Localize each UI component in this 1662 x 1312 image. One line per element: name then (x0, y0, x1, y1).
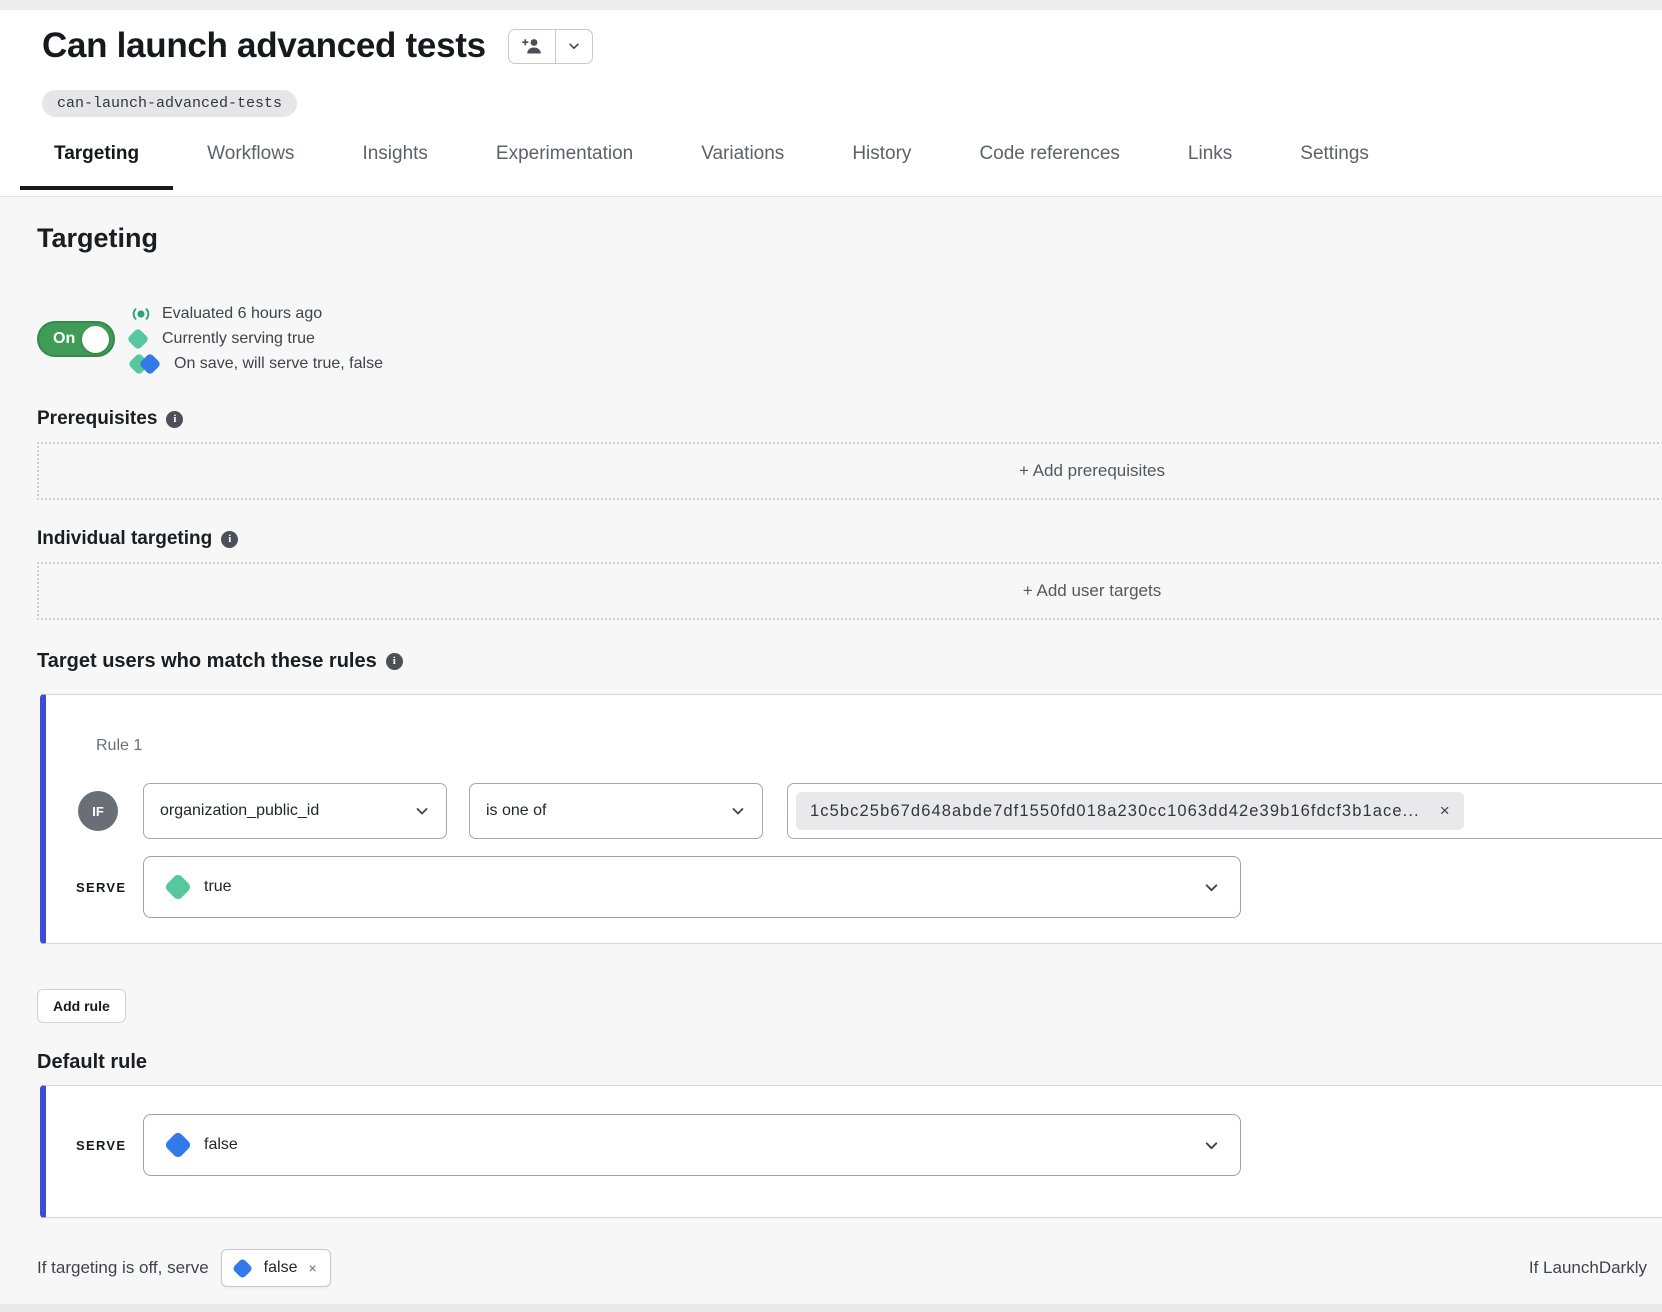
rule-values-input[interactable]: 1c5bc25b67d648abde7df1550fd018a230cc1063… (787, 783, 1662, 839)
prerequisites-heading: Prerequisites (37, 408, 157, 430)
tab-settings[interactable]: Settings (1266, 143, 1403, 190)
green-diamond-icon (127, 328, 150, 351)
add-user-targets-label: + Add user targets (1023, 581, 1161, 601)
off-variation-select[interactable]: false × (221, 1249, 331, 1287)
if-badge: IF (78, 791, 118, 831)
tab-bar: Targeting Workflows Insights Experimenta… (20, 143, 1662, 190)
value-chip: 1c5bc25b67d648abde7df1550fd018a230cc1063… (796, 792, 1464, 830)
operator-value: is one of (486, 802, 546, 820)
default-rule-heading: Default rule (37, 1051, 1662, 1074)
prerequisites-info-icon[interactable] (166, 411, 183, 428)
flag-on-off-toggle[interactable]: On (37, 321, 115, 357)
bottom-edge-strip (0, 1304, 1662, 1312)
operator-select[interactable]: is one of (469, 783, 763, 839)
rules-heading: Target users who match these rules (37, 650, 377, 673)
if-launchdarkly-text: If LaunchDarkly (1529, 1258, 1647, 1278)
serve-label: SERVE (76, 1138, 134, 1153)
individual-targeting-info-icon[interactable] (221, 531, 238, 548)
green-diamond-icon (164, 873, 192, 901)
tab-variations[interactable]: Variations (667, 143, 818, 190)
person-plus-icon (521, 36, 543, 56)
flag-actions-split-button (508, 29, 593, 64)
tab-workflows[interactable]: Workflows (173, 143, 328, 190)
tab-code-references[interactable]: Code references (945, 143, 1153, 190)
individual-targeting-heading: Individual targeting (37, 528, 212, 550)
add-prerequisites-dropzone[interactable]: + Add prerequisites (37, 442, 1662, 500)
blue-diamond-icon (164, 1131, 192, 1159)
rule-serve-select[interactable]: true (143, 856, 1241, 918)
flag-header: Can launch advanced tests can-launch-adv… (0, 10, 1662, 197)
add-prerequisites-label: + Add prerequisites (1019, 461, 1165, 481)
chevron-down-icon (414, 803, 430, 819)
chevron-down-icon (730, 803, 746, 819)
status-on-save: On save, will serve true, false (130, 354, 383, 374)
tab-links[interactable]: Links (1154, 143, 1266, 190)
toggle-knob (82, 326, 109, 353)
off-variation-label: If targeting is off, serve (37, 1258, 209, 1278)
tab-targeting[interactable]: Targeting (20, 143, 173, 190)
chevron-down-icon (567, 39, 581, 53)
chevron-down-icon (1203, 879, 1220, 896)
status-currently-serving: Currently serving true (130, 330, 383, 348)
rule-card-1: Rule 1 IF organization_public_id is one … (40, 694, 1662, 944)
green-blue-diamond-pair-icon (130, 354, 164, 374)
status-evaluated: Evaluated 6 hours ago (130, 304, 383, 324)
page-title: Can launch advanced tests (42, 26, 486, 66)
default-serve-select[interactable]: false (143, 1114, 1241, 1176)
status-evaluated-text: Evaluated 6 hours ago (162, 305, 322, 323)
tab-insights[interactable]: Insights (328, 143, 461, 190)
rule-serve-value: true (204, 878, 232, 896)
targeting-section-heading: Targeting (37, 223, 1662, 254)
toggle-state-label: On (53, 330, 75, 348)
tab-history[interactable]: History (818, 143, 945, 190)
tab-experimentation[interactable]: Experimentation (462, 143, 667, 190)
live-evaluation-icon (130, 304, 156, 324)
add-user-targets-dropzone[interactable]: + Add user targets (37, 562, 1662, 620)
off-variation-value: false (264, 1259, 298, 1277)
serve-label: SERVE (76, 880, 134, 895)
value-chip-text: 1c5bc25b67d648abde7df1550fd018a230cc1063… (810, 802, 1420, 821)
default-serve-value: false (204, 1136, 238, 1154)
blue-diamond-icon (232, 1257, 253, 1278)
remove-off-variation-icon[interactable]: × (308, 1260, 316, 1276)
chevron-down-icon (1203, 1137, 1220, 1154)
attribute-value: organization_public_id (160, 802, 319, 820)
attribute-select[interactable]: organization_public_id (143, 783, 447, 839)
add-member-button[interactable] (509, 30, 555, 63)
top-edge-strip (0, 0, 1662, 10)
remove-value-icon[interactable]: × (1440, 801, 1450, 821)
flag-actions-dropdown-button[interactable] (555, 30, 592, 63)
rule-name: Rule 1 (96, 737, 1662, 755)
status-on-save-text: On save, will serve true, false (174, 355, 383, 373)
status-serving-text: Currently serving true (162, 330, 315, 348)
flag-status-summary: Evaluated 6 hours ago Currently serving … (130, 304, 383, 374)
flag-key-badge: can-launch-advanced-tests (42, 90, 297, 117)
default-rule-card: SERVE false (40, 1085, 1662, 1218)
rules-info-icon[interactable] (386, 653, 403, 670)
add-rule-button[interactable]: Add rule (37, 989, 126, 1023)
